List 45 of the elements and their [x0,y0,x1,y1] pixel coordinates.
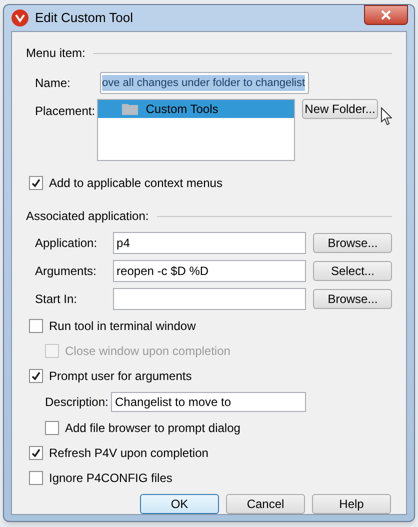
checkbox[interactable] [29,176,43,190]
new-folder-button[interactable]: New Folder... [302,99,378,119]
name-field[interactable]: ove all changes under folder to changelist [100,72,309,94]
checkmark-icon [31,178,41,188]
app-logo-icon [11,9,29,27]
checkbox-label: Run tool in terminal window [49,318,196,335]
close-icon [381,10,391,20]
checkbox[interactable] [45,421,59,435]
checkmark-icon [31,448,41,458]
checkbox-label: Add to applicable context menus [49,175,222,192]
checkbox-label: Prompt user for arguments [49,368,192,385]
checkbox-label: Ignore P4CONFIG files [49,470,172,487]
checkbox[interactable] [29,446,43,460]
field-label: Start In: [35,291,78,308]
checkmark-icon [31,371,41,381]
checkbox[interactable] [29,319,43,333]
checkbox[interactable] [29,369,43,383]
field-label: Name: [35,75,72,92]
folder-list-item[interactable]: Custom Tools [98,100,294,118]
window-title: Edit Custom Tool [35,9,134,28]
placement-list[interactable]: Custom Tools [96,99,296,161]
mouse-pointer-icon [380,107,392,126]
name-value: ove all changes under folder to changelist [102,74,306,92]
dialog-button[interactable]: OK [140,494,219,514]
dialog-button[interactable]: Help [312,494,391,514]
checkbox-label: Refresh P4V upon completion [49,445,208,462]
text-field[interactable]: p4 [112,232,306,254]
description-field[interactable]: Changelist to move to [111,392,306,412]
browse-button[interactable]: Browse... [313,289,392,309]
folder-icon [122,103,138,115]
section-title: Menu item: [26,45,86,62]
section-title: Associated application: [26,208,149,225]
browse-button[interactable]: Browse... [313,233,392,253]
field-label: Arguments: [35,263,98,280]
checkbox-label: Close window upon completion [65,343,230,360]
text-field[interactable] [112,288,306,310]
field-label: Placement: [35,103,96,120]
field-label: Description: [45,394,110,411]
close-button[interactable] [364,5,408,25]
checkbox[interactable] [29,471,43,485]
checkbox-label: Add file browser to prompt dialog [65,420,240,437]
field-label: Application: [35,235,98,252]
dialog-button[interactable]: Cancel [226,494,305,514]
text-field[interactable]: reopen -c $D %D [112,260,306,282]
browse-button[interactable]: Select... [313,261,392,281]
